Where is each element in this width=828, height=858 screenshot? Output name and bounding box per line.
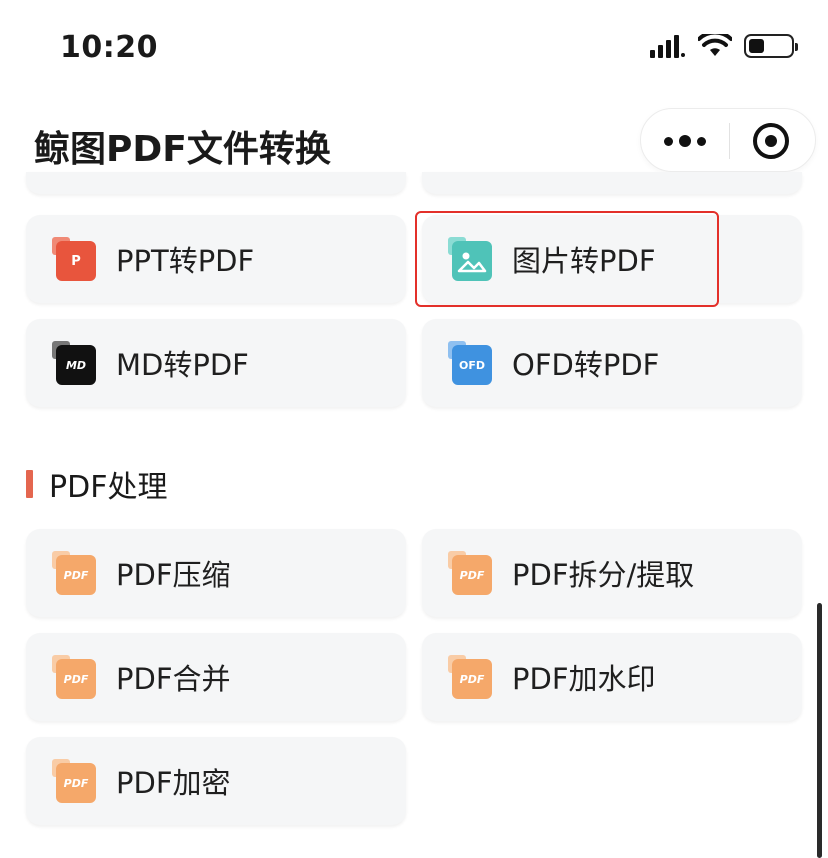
pdf-file-icon: PDF bbox=[52, 551, 96, 595]
tool-card-pdf-merge[interactable]: PDF PDF合并 bbox=[26, 633, 406, 721]
tool-card-partial[interactable] bbox=[26, 172, 406, 194]
page-title: 鲸图PDF文件转换 bbox=[34, 129, 331, 170]
tool-card-partial[interactable] bbox=[422, 172, 802, 194]
mini-program-capsule bbox=[640, 108, 816, 172]
tool-label: PDF拆分/提取 bbox=[512, 558, 695, 592]
battery-icon bbox=[744, 34, 798, 58]
tool-label: 图片转PDF bbox=[512, 244, 656, 278]
tool-label: OFD转PDF bbox=[512, 348, 660, 382]
ofd-file-icon: OFD bbox=[448, 341, 492, 385]
tool-card-image-to-pdf[interactable]: 图片转PDF bbox=[422, 215, 802, 303]
tool-card-pdf-watermark[interactable]: PDF PDF加水印 bbox=[422, 633, 802, 721]
close-miniprogram-button[interactable] bbox=[753, 123, 789, 159]
wifi-icon bbox=[698, 34, 732, 56]
signal-icon bbox=[650, 35, 685, 58]
pdf-file-icon: PDF bbox=[52, 759, 96, 803]
more-options-button[interactable] bbox=[641, 109, 729, 173]
tool-card-md-to-pdf[interactable]: MD MD转PDF bbox=[26, 319, 406, 407]
scrollbar[interactable] bbox=[817, 603, 822, 858]
tool-label: PDF加密 bbox=[116, 766, 231, 800]
tool-card-pdf-split[interactable]: PDF PDF拆分/提取 bbox=[422, 529, 802, 617]
section-header-pdf-processing: PDF处理 bbox=[26, 462, 167, 506]
tool-label: PDF合并 bbox=[116, 662, 231, 696]
pdf-file-icon: PDF bbox=[448, 655, 492, 699]
mini-program-page: 10:20 鲸图PDF文件转换 P PPT转PDF 图片转PDF MD MD转P… bbox=[0, 0, 828, 858]
tool-card-pdf-compress[interactable]: PDF PDF压缩 bbox=[26, 529, 406, 617]
tool-label: PPT转PDF bbox=[116, 244, 255, 278]
status-icons bbox=[650, 34, 798, 58]
section-title: PDF处理 bbox=[49, 470, 168, 505]
pdf-file-icon: PDF bbox=[448, 551, 492, 595]
ppt-file-icon: P bbox=[52, 237, 96, 281]
capsule-divider bbox=[729, 123, 730, 159]
tool-card-ofd-to-pdf[interactable]: OFD OFD转PDF bbox=[422, 319, 802, 407]
section-accent-bar bbox=[26, 470, 33, 498]
tool-card-ppt-to-pdf[interactable]: P PPT转PDF bbox=[26, 215, 406, 303]
more-icon bbox=[664, 136, 673, 146]
status-time: 10:20 bbox=[60, 30, 158, 65]
md-file-icon: MD bbox=[52, 341, 96, 385]
image-file-icon bbox=[448, 237, 492, 281]
pdf-file-icon: PDF bbox=[52, 655, 96, 699]
tool-label: PDF加水印 bbox=[512, 662, 656, 696]
tool-card-pdf-encrypt[interactable]: PDF PDF加密 bbox=[26, 737, 406, 825]
tool-label: PDF压缩 bbox=[116, 558, 231, 592]
tool-label: MD转PDF bbox=[116, 348, 249, 382]
